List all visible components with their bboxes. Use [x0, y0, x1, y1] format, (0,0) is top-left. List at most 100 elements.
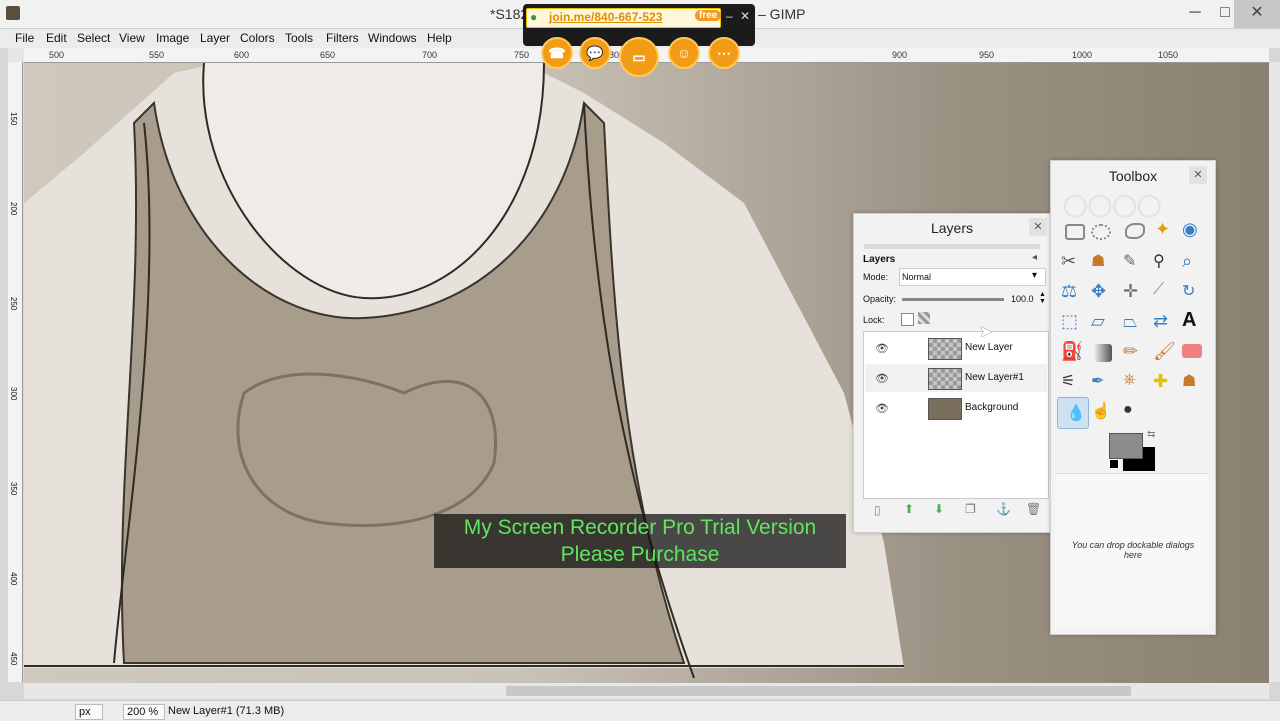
menu-view[interactable]: View: [119, 31, 145, 45]
crop-icon[interactable]: ⟋: [1153, 281, 1177, 305]
joinme-link[interactable]: ● join.me/840-667-523 free: [526, 8, 722, 28]
menu-windows[interactable]: Windows: [368, 31, 417, 45]
joinme-close-button[interactable]: ✕: [740, 9, 750, 23]
rect-select-icon[interactable]: [1065, 224, 1085, 240]
airbrush-icon[interactable]: ⚟: [1061, 371, 1085, 395]
watermark-line-1: My Screen Recorder Pro Trial Version: [463, 516, 817, 539]
delete-layer-icon[interactable]: 🗑: [1026, 502, 1041, 516]
opacity-spinner-icon[interactable]: ▲ ▼: [1039, 291, 1046, 305]
zoom-selector[interactable]: 200 %: [123, 704, 165, 720]
ruler-tick: 150: [9, 112, 18, 126]
menu-image[interactable]: Image: [156, 31, 189, 45]
smudge-icon[interactable]: ☝: [1091, 401, 1115, 425]
lock-alpha-icon[interactable]: [918, 312, 930, 324]
raise-layer-icon[interactable]: ⬆: [904, 502, 914, 516]
paintbrush-icon[interactable]: 🖌: [1153, 341, 1177, 365]
ink-icon[interactable]: ✒: [1091, 371, 1115, 395]
layer-row[interactable]: 👁 New Layer: [865, 334, 1047, 362]
ellipse-select-icon[interactable]: [1091, 224, 1111, 240]
align-icon[interactable]: ✛: [1123, 281, 1147, 305]
lower-layer-icon[interactable]: ⬇: [934, 502, 944, 516]
shear-icon[interactable]: ▱: [1091, 311, 1115, 335]
perspective-clone-icon[interactable]: ☗: [1182, 371, 1206, 395]
scissors-icon[interactable]: ✂: [1061, 251, 1085, 275]
dodge-burn-icon[interactable]: ●: [1123, 401, 1147, 425]
eye-icon[interactable]: 👁: [875, 402, 889, 415]
move-icon[interactable]: ✥: [1091, 281, 1115, 305]
bucket-fill-icon[interactable]: ⛽: [1061, 341, 1085, 365]
flip-icon[interactable]: ⇄: [1153, 311, 1177, 335]
eye-icon[interactable]: 👁: [875, 372, 889, 385]
measure-icon[interactable]: ⚖: [1061, 281, 1085, 305]
color-select-icon[interactable]: ◉: [1182, 219, 1206, 243]
menu-layer[interactable]: Layer: [200, 31, 230, 45]
opacity-slider[interactable]: [902, 298, 1004, 301]
menu-select[interactable]: Select: [77, 31, 110, 45]
anchor-layer-icon[interactable]: ⚓: [996, 502, 1011, 516]
paths-icon[interactable]: ✎: [1123, 251, 1147, 275]
clone-icon[interactable]: ⎈: [1123, 371, 1147, 395]
wilber-drop-area: ◯◯◯◯: [1063, 192, 1162, 217]
eye-icon[interactable]: 👁: [875, 342, 889, 355]
more-icon[interactable]: ⋯: [708, 37, 740, 69]
ruler-tick: 550: [149, 50, 165, 60]
layer-row[interactable]: 👁 Background: [865, 394, 1047, 422]
layer-name: New Layer#1: [965, 372, 1024, 383]
zoom-icon[interactable]: ⌕: [1182, 251, 1206, 275]
close-window-button[interactable]: ✕: [1234, 0, 1280, 28]
text-icon[interactable]: A: [1182, 309, 1206, 333]
blur-sharpen-icon[interactable]: 💧: [1057, 397, 1089, 429]
foreground-color-swatch[interactable]: [1109, 433, 1143, 459]
menu-edit[interactable]: Edit: [46, 31, 67, 45]
phone-icon[interactable]: ☎: [541, 37, 573, 69]
vertical-scrollbar[interactable]: [1269, 62, 1280, 682]
water-drop-icon: 💧: [1066, 405, 1086, 422]
lasso-icon[interactable]: [1125, 223, 1145, 239]
chat-icon[interactable]: 💬: [579, 37, 611, 69]
mode-dropdown[interactable]: Normal ▾: [899, 268, 1046, 286]
foreground-select-icon[interactable]: ☗: [1091, 251, 1115, 275]
menu-file[interactable]: File: [15, 31, 34, 45]
eraser-icon[interactable]: [1182, 344, 1202, 358]
joinme-minimize-button[interactable]: –: [726, 9, 733, 23]
chevron-down-icon: ▾: [1032, 270, 1038, 281]
toolbox-close-button[interactable]: ✕: [1189, 166, 1207, 184]
ruler-corner: [8, 48, 24, 62]
screen-share-icon[interactable]: ▭: [619, 37, 659, 77]
rotate-icon[interactable]: ↻: [1182, 281, 1206, 305]
menu-help[interactable]: Help: [427, 31, 452, 45]
menu-filters[interactable]: Filters: [326, 31, 359, 45]
layers-dialog-close-button[interactable]: ✕: [1029, 218, 1047, 236]
ruler-tick: 650: [320, 50, 336, 60]
blend-icon[interactable]: [1094, 344, 1112, 362]
default-colors-icon[interactable]: [1109, 459, 1119, 469]
tab-menu-icon[interactable]: ◂: [1032, 252, 1037, 263]
participants-icon[interactable]: ☺: [668, 37, 700, 69]
layer-row-selected[interactable]: 👁 New Layer#1: [865, 364, 1047, 392]
layers-tab-label[interactable]: Layers: [863, 254, 895, 265]
horizontal-scrollbar[interactable]: [24, 683, 1269, 699]
ruler-tick: 600: [234, 50, 250, 60]
ruler-tick: 900: [892, 50, 908, 60]
menu-colors[interactable]: Colors: [240, 31, 275, 45]
lock-pixels-checkbox[interactable]: [901, 313, 914, 326]
opacity-value[interactable]: 100.0: [1011, 294, 1034, 304]
scale-icon[interactable]: ⬚: [1061, 311, 1085, 335]
toolbox-dialog: Toolbox ✕ ◯◯◯◯ ✦ ◉ ✂ ☗ ✎ ⚲ ⌕ ⚖ ✥ ✛ ⟋ ↻ ⬚…: [1050, 160, 1216, 635]
pencil-icon[interactable]: ✏: [1123, 341, 1147, 365]
minimize-button[interactable]: ─: [1180, 0, 1210, 28]
window-title-right: – GIMP: [758, 6, 806, 22]
color-picker-icon[interactable]: ⚲: [1153, 251, 1177, 275]
fuzzy-select-icon[interactable]: ✦: [1155, 219, 1179, 243]
unit-selector[interactable]: px: [75, 704, 103, 720]
vertical-ruler[interactable]: 150 200 250 300 350 400 450: [8, 62, 23, 682]
horizontal-scroll-thumb[interactable]: [506, 686, 1131, 696]
ruler-tick: 1000: [1072, 50, 1093, 60]
new-layer-icon[interactable]: ▯: [874, 503, 881, 517]
swap-colors-icon[interactable]: ⇆: [1147, 429, 1155, 440]
heal-icon[interactable]: ✚: [1153, 371, 1177, 395]
menu-tools[interactable]: Tools: [285, 31, 313, 45]
duplicate-layer-icon[interactable]: ❐: [965, 502, 976, 516]
perspective-icon[interactable]: ⏢: [1123, 311, 1147, 335]
joinme-url[interactable]: join.me/840-667-523: [549, 10, 662, 24]
